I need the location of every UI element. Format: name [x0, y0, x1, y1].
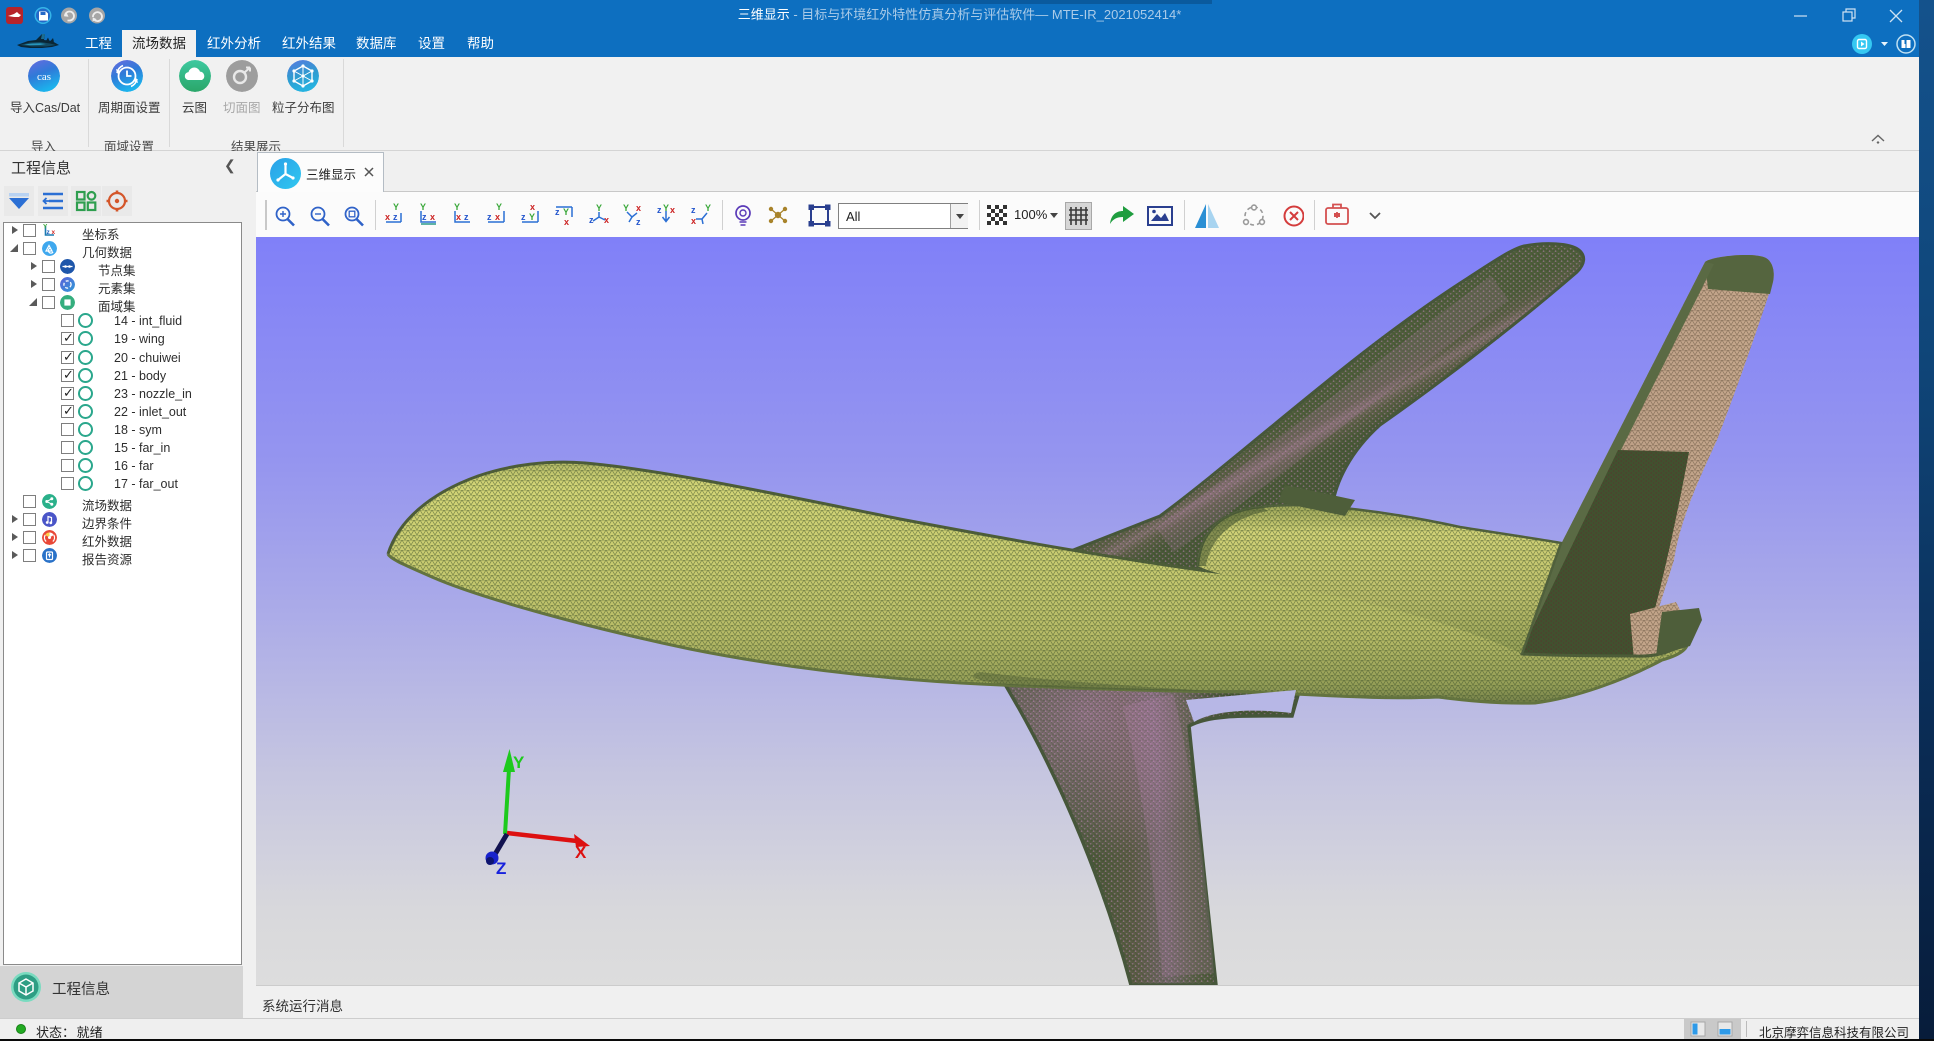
- svg-text:Y: Y: [596, 203, 602, 213]
- svg-text:Y: Y: [529, 212, 535, 222]
- svg-text:x: x: [52, 229, 56, 236]
- svg-text:Y: Y: [420, 203, 426, 212]
- svg-text:x: x: [670, 205, 675, 215]
- svg-text:Y: Y: [454, 203, 460, 212]
- svg-text:Y: Y: [623, 203, 629, 213]
- svg-text:z: z: [521, 212, 526, 222]
- svg-text:x: x: [636, 203, 641, 213]
- svg-text:x: x: [495, 212, 500, 222]
- svg-text:Y: Y: [563, 207, 569, 217]
- svg-text:z: z: [487, 212, 492, 222]
- svg-text:x: x: [385, 212, 390, 222]
- svg-text:Y: Y: [513, 753, 525, 772]
- svg-text:X: X: [575, 843, 587, 862]
- svg-text:x: x: [564, 217, 569, 227]
- svg-text:z: z: [636, 217, 641, 227]
- svg-text:Y: Y: [393, 203, 399, 212]
- svg-text:x: x: [691, 216, 696, 226]
- svg-text:z: z: [657, 205, 662, 215]
- svg-text:z: z: [691, 205, 696, 215]
- svg-text:x: x: [530, 203, 535, 212]
- svg-text:x: x: [430, 212, 435, 222]
- svg-text:z: z: [393, 212, 398, 222]
- svg-text:Z: Z: [496, 859, 506, 878]
- svg-text:Y: Y: [705, 203, 711, 213]
- svg-text:Y: Y: [496, 203, 502, 212]
- svg-text:z: z: [464, 212, 469, 222]
- svg-text:x: x: [456, 212, 461, 222]
- svg-text:z: z: [422, 212, 427, 222]
- svg-text:z: z: [555, 207, 560, 217]
- svg-text:cas: cas: [37, 71, 51, 83]
